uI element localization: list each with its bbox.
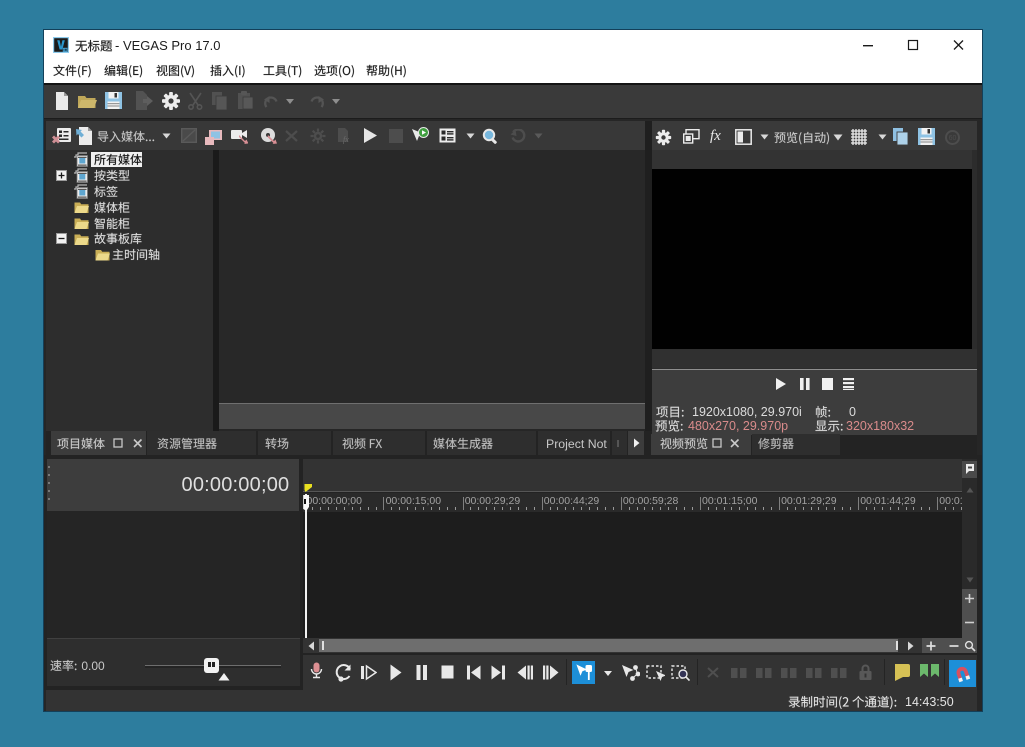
svg-text:fx: fx xyxy=(343,135,349,144)
svg-text:60: 60 xyxy=(949,135,957,142)
